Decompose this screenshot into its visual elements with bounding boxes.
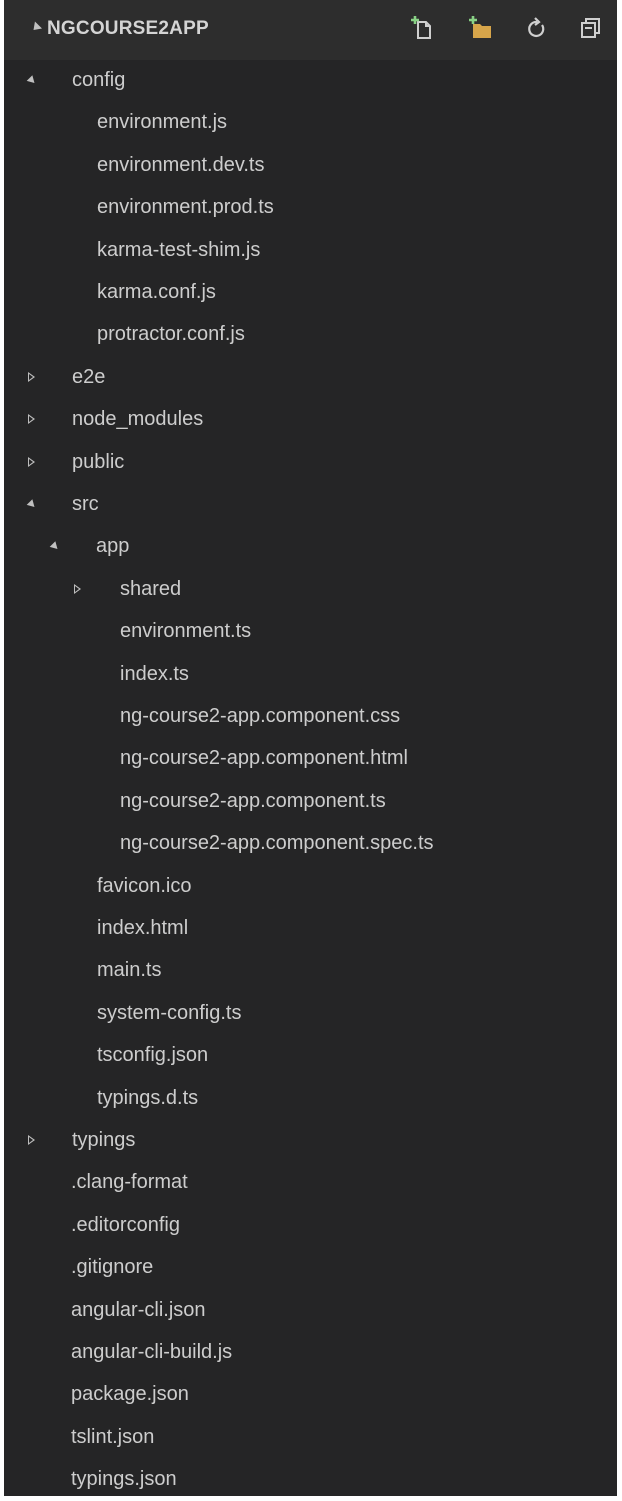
file-item-protractor-conf-js[interactable]: protractor.conf.js [4,314,617,356]
file-item-clang-format[interactable]: .clang-format [4,1162,617,1204]
folder-label: shared [120,578,182,600]
file-label: environment.dev.ts [97,154,265,176]
folder-label: typings [72,1129,136,1151]
folder-item-shared[interactable]: shared [4,569,617,611]
chevron-right-icon[interactable] [28,457,35,467]
chevron-right-icon[interactable] [28,1135,35,1145]
file-label: system-config.ts [97,1002,242,1024]
file-item-environment-prod-ts[interactable]: environment.prod.ts [4,187,617,229]
folder-item-typings[interactable]: typings [4,1120,617,1162]
file-label: .clang-format [71,1171,188,1193]
folder-item-node-modules[interactable]: node_modules [4,399,617,441]
file-label: ng-course2-app.component.html [120,747,408,769]
chevron-right-icon[interactable] [74,584,81,594]
file-label: index.html [97,917,189,939]
folder-label: app [96,535,130,557]
folder-item-public[interactable]: public [4,442,617,484]
file-item-tslint-json[interactable]: tslint.json [4,1417,617,1459]
file-label: angular-cli.json [71,1299,206,1321]
file-label: tslint.json [71,1426,155,1448]
file-label: ng-course2-app.component.ts [120,790,386,812]
chevron-down-icon[interactable] [29,21,43,34]
folder-label: e2e [72,366,106,388]
folder-item-src[interactable]: src [4,484,617,526]
refresh-icon[interactable] [523,14,551,42]
folder-label: public [72,451,125,473]
file-label: .gitignore [71,1256,154,1278]
file-label: environment.ts [120,620,252,642]
folder-label: src [72,493,99,515]
file-label: .editorconfig [71,1214,180,1236]
file-item-ng-course2-app-component-html[interactable]: ng-course2-app.component.html [4,738,617,780]
folder-item-config[interactable]: config [4,60,617,102]
file-item-index-html[interactable]: index.html [4,908,617,950]
chevron-right-icon[interactable] [28,414,35,424]
chevron-down-icon[interactable] [26,75,38,86]
file-label: typings.d.ts [97,1087,199,1109]
new-file-icon[interactable] [409,14,437,42]
file-label: ng-course2-app.component.spec.ts [120,832,434,854]
file-label: environment.prod.ts [97,196,274,218]
file-item-favicon-ico[interactable]: favicon.ico [4,866,617,908]
file-label: protractor.conf.js [97,323,245,345]
file-item-karma-conf-js[interactable]: karma.conf.js [4,272,617,314]
file-item-gitignore[interactable]: .gitignore [4,1247,617,1289]
file-item-karma-test-shim-js[interactable]: karma-test-shim.js [4,230,617,272]
file-label: environment.js [97,111,228,133]
file-item-environment-dev-ts[interactable]: environment.dev.ts [4,145,617,187]
file-item-typings-json[interactable]: typings.json [4,1459,617,1501]
new-folder-icon[interactable] [467,14,495,42]
file-item-ng-course2-app-component-ts[interactable]: ng-course2-app.component.ts [4,781,617,823]
folder-item-e2e[interactable]: e2e [4,357,617,399]
file-item-system-config-ts[interactable]: system-config.ts [4,993,617,1035]
explorer-header[interactable]: NGCOURSE2APP [4,0,617,60]
file-label: ng-course2-app.component.css [120,705,401,727]
chevron-down-icon[interactable] [26,499,38,510]
file-label: main.ts [97,959,162,981]
chevron-down-icon[interactable] [49,541,61,552]
folder-label: node_modules [72,408,204,430]
file-item-package-json[interactable]: package.json [4,1374,617,1416]
file-item-environment-ts[interactable]: environment.ts [4,611,617,653]
file-label: angular-cli-build.js [71,1341,233,1363]
file-label: karma-test-shim.js [97,239,261,261]
file-item-ng-course2-app-component-css[interactable]: ng-course2-app.component.css [4,696,617,738]
file-item-ng-course2-app-component-spec-ts[interactable]: ng-course2-app.component.spec.ts [4,823,617,865]
chevron-right-icon[interactable] [28,372,35,382]
file-label: karma.conf.js [97,281,216,303]
file-item-main-ts[interactable]: main.ts [4,950,617,992]
file-label: index.ts [120,663,189,685]
file-label: package.json [71,1383,189,1405]
folder-item-app[interactable]: app [4,526,617,568]
file-label: favicon.ico [97,875,192,897]
file-item-angular-cli-build-js[interactable]: angular-cli-build.js [4,1332,617,1374]
file-item-environment-js[interactable]: environment.js [4,102,617,144]
file-item-typings-d-ts[interactable]: typings.d.ts [4,1078,617,1120]
file-item-angular-cli-json[interactable]: angular-cli.json [4,1290,617,1332]
file-item-editorconfig[interactable]: .editorconfig [4,1205,617,1247]
file-item-index-ts[interactable]: index.ts [4,654,617,696]
collapse-all-icon[interactable] [578,14,606,42]
file-label: tsconfig.json [97,1044,209,1066]
file-explorer: NGCOURSE2APP config environment.js envir… [4,0,617,1496]
file-item-tsconfig-json[interactable]: tsconfig.json [4,1035,617,1077]
project-title: NGCOURSE2APP [47,18,209,39]
folder-label: config [72,69,126,91]
file-label: typings.json [71,1468,177,1490]
